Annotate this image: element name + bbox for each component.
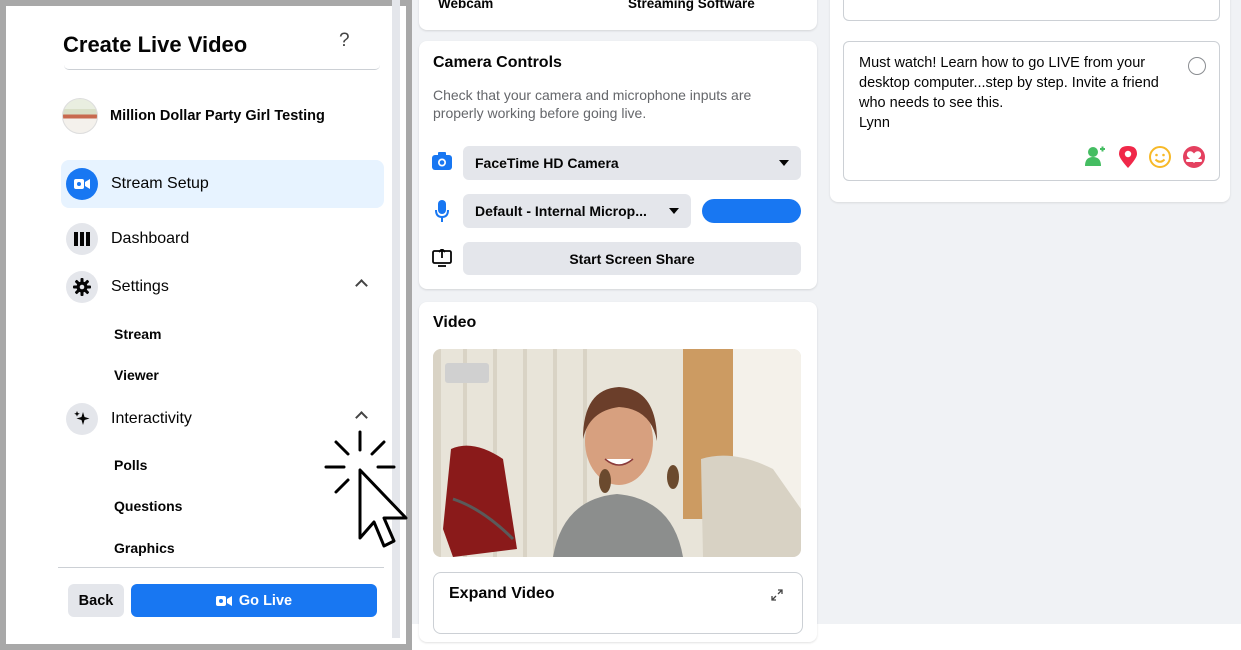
camera-select[interactable]: FaceTime HD Camera xyxy=(463,146,801,180)
sidebar-item-label: Interactivity xyxy=(111,410,192,427)
video-camera-icon xyxy=(215,595,232,606)
microphone-select-value: Default - Internal Microp... xyxy=(475,203,647,219)
go-live-button[interactable]: Go Live xyxy=(131,584,377,617)
title-divider xyxy=(64,65,380,70)
camera-select-value: FaceTime HD Camera xyxy=(475,155,619,171)
screen-share-icon xyxy=(432,247,452,272)
microphone-icon xyxy=(435,200,449,227)
emoji-picker-icon[interactable] xyxy=(1188,57,1206,75)
post-description-text: Must watch! Learn how to go LIVE from yo… xyxy=(859,55,1159,131)
page-selector[interactable]: Million Dollar Party Girl Testing xyxy=(62,98,325,134)
expand-icon[interactable] xyxy=(771,589,783,604)
back-button[interactable]: Back xyxy=(68,584,124,617)
sidebar-subitem-questions[interactable]: Questions xyxy=(114,498,182,514)
microphone-select[interactable]: Default - Internal Microp... xyxy=(463,194,691,228)
columns-icon xyxy=(66,223,98,255)
sidebar-subitem-graphics[interactable]: Graphics xyxy=(114,540,175,556)
sidebar-subitem-stream[interactable]: Stream xyxy=(114,326,161,342)
sidebar-item-label: Stream Setup xyxy=(111,175,209,192)
sidebar-item-stream-setup[interactable]: Stream Setup xyxy=(61,160,384,208)
go-live-label: Go Live xyxy=(238,592,293,609)
sidebar-subitem-polls[interactable]: Polls xyxy=(114,457,147,473)
footer-divider xyxy=(58,567,384,568)
page-name: Million Dollar Party Girl Testing xyxy=(110,108,325,124)
mouse-cursor-icon xyxy=(322,430,414,555)
sidebar-title: Create Live Video xyxy=(63,32,248,57)
avatar xyxy=(62,98,98,134)
expand-video-panel[interactable] xyxy=(433,572,803,634)
video-title: Video xyxy=(433,314,477,331)
sparkle-icon xyxy=(66,403,98,435)
camera-controls-title: Camera Controls xyxy=(433,54,562,71)
video-preview xyxy=(433,349,801,557)
chevron-up-icon[interactable] xyxy=(355,279,368,292)
expand-video-label: Expand Video xyxy=(449,585,555,602)
chevron-up-icon[interactable] xyxy=(355,411,368,424)
mic-level-meter xyxy=(702,199,801,223)
title-input[interactable] xyxy=(843,0,1220,21)
gear-icon xyxy=(66,271,98,303)
feeling-emoji-icon[interactable] xyxy=(1149,146,1171,168)
tab-webcam[interactable]: Webcam xyxy=(438,0,493,11)
caret-down-icon xyxy=(669,208,679,214)
tab-streaming-software[interactable]: Streaming Software xyxy=(628,0,755,11)
tag-people-icon[interactable] xyxy=(1085,146,1107,166)
support-heart-icon[interactable] xyxy=(1183,146,1205,168)
post-attachments xyxy=(1085,146,1205,168)
start-screen-share-button[interactable]: Start Screen Share xyxy=(463,242,801,275)
sidebar-item-settings[interactable]: Settings xyxy=(61,263,384,311)
location-pin-icon[interactable] xyxy=(1119,146,1137,168)
video-camera-icon xyxy=(66,168,98,200)
sidebar-subitem-viewer[interactable]: Viewer xyxy=(114,367,159,383)
sidebar-item-dashboard[interactable]: Dashboard xyxy=(61,215,384,263)
camera-controls-description: Check that your camera and microphone in… xyxy=(433,87,752,121)
sidebar-item-label: Settings xyxy=(111,278,169,295)
camera-icon xyxy=(432,152,452,175)
caret-down-icon xyxy=(779,160,789,166)
help-icon[interactable]: ? xyxy=(339,30,350,52)
sidebar-item-label: Dashboard xyxy=(111,230,190,247)
